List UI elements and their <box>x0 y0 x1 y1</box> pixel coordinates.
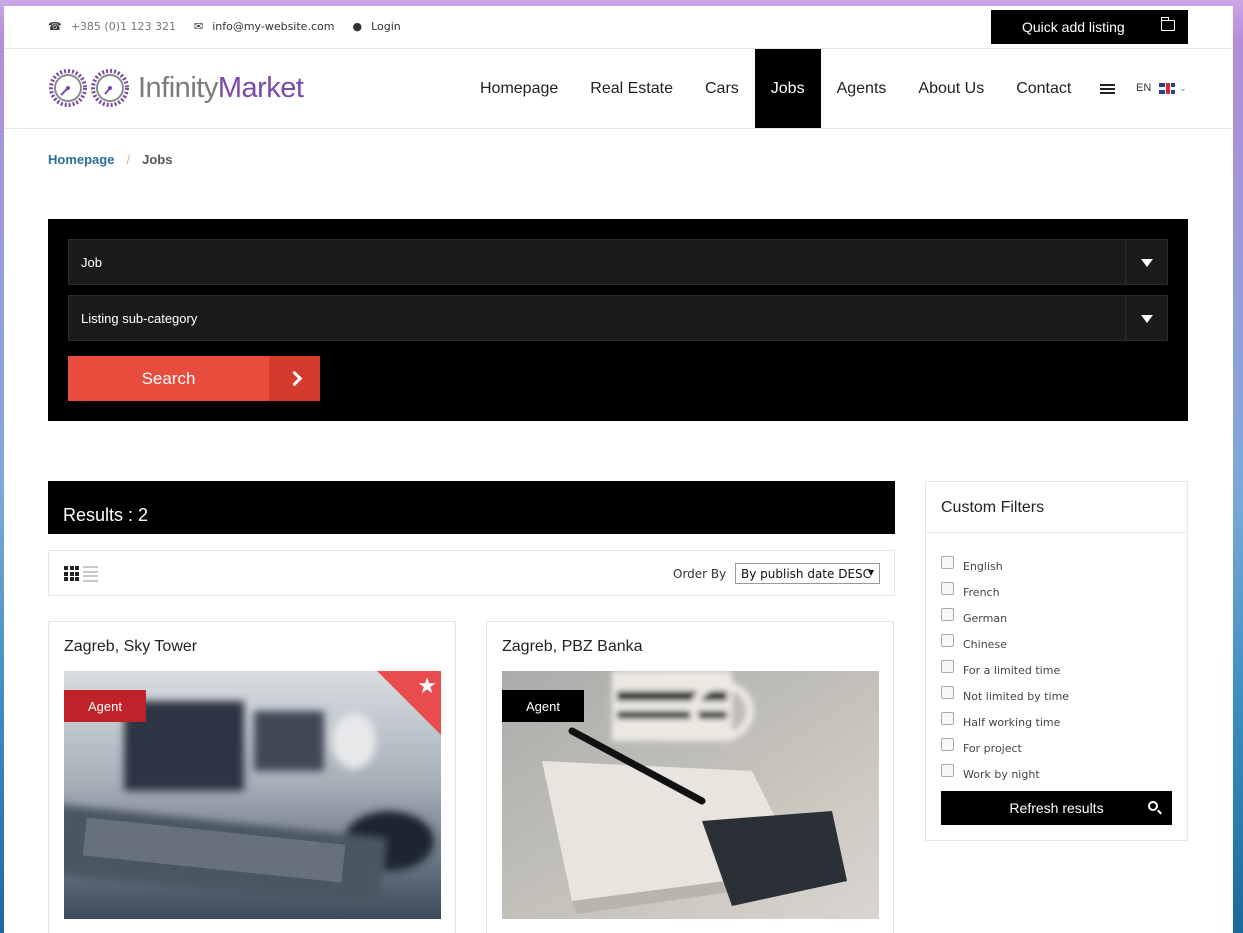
chevron-down-icon: ⌄ <box>1179 82 1187 93</box>
checkbox[interactable] <box>941 737 954 751</box>
results-header: Results : 2 <box>48 481 895 534</box>
phone-icon: ☎ <box>48 20 62 33</box>
phone-text: +385 (0)1 123 321 <box>70 20 176 33</box>
page: ☎ +385 (0)1 123 321 ✉ info@my-website.co… <box>4 6 1233 933</box>
nav-item-contact[interactable]: Contact <box>1000 49 1087 128</box>
checkbox[interactable] <box>941 711 954 725</box>
filter-label: Chinese <box>963 638 1007 651</box>
filter-not-limited[interactable]: Not limited by time <box>941 682 1069 708</box>
logo-text-part1: Infinity <box>138 71 218 104</box>
category-select[interactable]: Job <box>68 239 1168 285</box>
filter-for-project[interactable]: For project <box>941 734 1069 760</box>
uk-flag-icon <box>1159 82 1176 94</box>
subcategory-select[interactable]: Listing sub-category <box>68 295 1168 341</box>
checkbox[interactable] <box>941 633 954 647</box>
filter-label: For a limited time <box>963 664 1061 677</box>
grid-view-icon[interactable] <box>64 566 79 581</box>
listing-image-keyboard[interactable]: Agent ★ <box>64 671 441 919</box>
listing-title[interactable]: Zagreb, PBZ Banka <box>502 638 643 656</box>
filter-label: For project <box>963 742 1022 755</box>
nav-item-real-estate[interactable]: Real Estate <box>574 49 689 128</box>
nav-item-cars[interactable]: Cars <box>689 49 755 128</box>
logo-text: InfinityMarket <box>138 71 304 105</box>
checkbox[interactable] <box>941 763 954 777</box>
filter-label: Half working time <box>963 716 1061 729</box>
infinity-logo-icon <box>49 69 129 107</box>
filter-chinese[interactable]: Chinese <box>941 630 1069 656</box>
star-icon: ★ <box>417 673 437 698</box>
filter-work-by-night[interactable]: Work by night <box>941 760 1069 786</box>
filter-french[interactable]: French <box>941 578 1069 604</box>
chevron-right-icon <box>269 356 320 401</box>
site-logo[interactable]: InfinityMarket <box>48 65 304 111</box>
results-toolbar: Order By By publish date DESC <box>48 550 895 596</box>
menu-toggle-icon[interactable] <box>1100 84 1115 95</box>
breadcrumb-current: Jobs <box>142 152 173 167</box>
top-bar: ☎ +385 (0)1 123 321 ✉ info@my-website.co… <box>4 6 1233 49</box>
listing-card[interactable]: Zagreb, PBZ Banka Agent <box>486 621 894 933</box>
folder-icon <box>1160 17 1175 31</box>
contact-info: ☎ +385 (0)1 123 321 ✉ info@my-website.co… <box>48 20 419 33</box>
filter-label: Work by night <box>963 768 1040 781</box>
filter-german[interactable]: German <box>941 604 1069 630</box>
filter-label: German <box>963 612 1008 625</box>
filter-english[interactable]: English <box>941 552 1069 578</box>
email-link[interactable]: info@my-website.com <box>212 20 334 33</box>
select-arrow-icon <box>868 570 874 576</box>
breadcrumb-home[interactable]: Homepage <box>48 152 114 167</box>
email-item[interactable]: ✉ info@my-website.com <box>194 20 343 33</box>
filter-limited-time[interactable]: For a limited time <box>941 656 1069 682</box>
quick-add-listing-button[interactable]: Quick add listing <box>991 10 1188 44</box>
search-button-label: Search <box>141 368 196 388</box>
listing-title[interactable]: Zagreb, Sky Tower <box>64 638 197 656</box>
filter-label: French <box>963 586 1000 599</box>
order-by-value: By publish date DESC <box>741 567 872 581</box>
refresh-results-label: Refresh results <box>1009 800 1104 816</box>
search-button[interactable]: Search <box>68 356 320 401</box>
subcategory-select-value: Listing sub-category <box>81 310 198 326</box>
refresh-results-button[interactable]: Refresh results <box>941 791 1172 825</box>
dropdown-arrow-icon[interactable] <box>1125 296 1167 340</box>
custom-filters-panel: Custom Filters English French German Chi… <box>925 481 1188 841</box>
language-code: EN <box>1136 82 1152 94</box>
search-icon <box>1148 801 1158 811</box>
order-by-label: Order By <box>673 567 727 581</box>
order-by-select[interactable]: By publish date DESC <box>735 563 880 584</box>
custom-filters-title: Custom Filters <box>926 482 1187 533</box>
checkbox[interactable] <box>941 555 954 569</box>
login-item[interactable]: ● Login <box>352 20 409 33</box>
user-icon: ● <box>352 20 363 33</box>
language-selector[interactable]: EN ⌄ <box>1136 82 1187 94</box>
filter-label: Not limited by time <box>963 690 1070 703</box>
nav-item-about-us[interactable]: About Us <box>902 49 1000 128</box>
filter-half-time[interactable]: Half working time <box>941 708 1069 734</box>
main-nav: Homepage Real Estate Cars Jobs Agents Ab… <box>464 49 1087 128</box>
login-link[interactable]: Login <box>371 20 401 33</box>
checkbox[interactable] <box>941 659 954 673</box>
search-panel: Job Listing sub-category Search <box>48 219 1188 421</box>
dropdown-arrow-icon[interactable] <box>1125 240 1167 284</box>
nav-item-homepage[interactable]: Homepage <box>464 49 574 128</box>
phone-item: ☎ +385 (0)1 123 321 <box>48 20 185 33</box>
listing-card[interactable]: Zagreb, Sky Tower Agent ★ <box>48 621 456 933</box>
breadcrumb-separator: / <box>126 152 131 167</box>
agent-badge: Agent <box>502 690 584 722</box>
filter-label: English <box>963 560 1003 573</box>
logo-text-part2: Market <box>217 71 304 104</box>
checkbox[interactable] <box>941 581 954 595</box>
breadcrumb: Homepage / Jobs <box>48 152 172 167</box>
nav-item-agents[interactable]: Agents <box>821 49 903 128</box>
quick-add-label: Quick add listing <box>1022 19 1125 35</box>
listing-image-notebook[interactable]: Agent <box>502 671 879 919</box>
nav-item-jobs[interactable]: Jobs <box>754 49 821 128</box>
mail-icon: ✉ <box>193 20 204 33</box>
filters-list: English French German Chinese For a limi… <box>941 552 1069 786</box>
main-header: InfinityMarket Homepage Real Estate Cars… <box>4 49 1233 129</box>
agent-badge: Agent <box>64 690 146 722</box>
list-view-icon[interactable] <box>83 566 98 582</box>
checkbox[interactable] <box>941 607 954 621</box>
checkbox[interactable] <box>941 685 954 699</box>
category-select-value: Job <box>81 254 102 270</box>
